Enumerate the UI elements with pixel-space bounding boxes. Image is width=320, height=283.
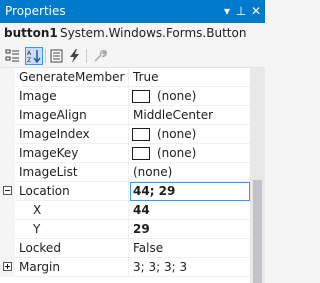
svg-text:A: A bbox=[27, 50, 32, 57]
property-name: ImageAlign bbox=[19, 108, 87, 122]
property-value[interactable]: False bbox=[133, 241, 163, 255]
property-name: Locked bbox=[19, 241, 61, 255]
close-icon[interactable]: ✕ bbox=[248, 2, 264, 20]
categorized-icon[interactable] bbox=[4, 47, 22, 65]
property-value[interactable]: True bbox=[133, 70, 159, 84]
property-row-imagekey[interactable]: ImageKey (none) bbox=[0, 144, 250, 163]
property-row-imagealign[interactable]: ImageAlign MiddleCenter bbox=[0, 106, 250, 125]
property-row-generatemember[interactable]: GenerateMember True bbox=[0, 68, 250, 87]
property-name: X bbox=[33, 203, 42, 217]
property-row-image[interactable]: Image (none) bbox=[0, 87, 250, 106]
property-name: Location bbox=[19, 184, 70, 198]
property-pages-icon[interactable] bbox=[91, 47, 109, 65]
image-preview-swatch bbox=[132, 147, 150, 160]
property-value[interactable]: (none) bbox=[157, 89, 196, 103]
auto-hide-pin-icon[interactable]: ⊥ bbox=[233, 2, 249, 20]
property-row-imageindex[interactable]: ImageIndex (none) bbox=[0, 125, 250, 144]
expand-icon[interactable] bbox=[3, 262, 12, 271]
window-title: Properties bbox=[5, 4, 66, 18]
toolbar-separator bbox=[86, 49, 87, 63]
collapse-icon[interactable] bbox=[3, 186, 12, 195]
object-type: System.Windows.Forms.Button bbox=[60, 26, 247, 40]
property-name: ImageList bbox=[19, 165, 78, 179]
property-row-location[interactable]: Location 44; 29 bbox=[0, 182, 250, 201]
property-row-imagelist[interactable]: ImageList (none) bbox=[0, 163, 250, 182]
image-preview-swatch bbox=[132, 90, 150, 103]
property-value[interactable]: 44 bbox=[133, 203, 150, 217]
title-bar: Properties ▾ ⊥ ✕ bbox=[0, 0, 265, 23]
property-row-location-x[interactable]: X 44 bbox=[0, 201, 250, 220]
toolbar-separator bbox=[45, 49, 46, 63]
properties-toolbar: A Z bbox=[0, 44, 265, 68]
events-icon[interactable] bbox=[66, 47, 84, 65]
property-row-location-y[interactable]: Y 29 bbox=[0, 220, 250, 239]
property-name: Y bbox=[33, 222, 41, 236]
property-value[interactable]: 3; 3; 3; 3 bbox=[133, 260, 187, 274]
property-value[interactable]: (none) bbox=[133, 165, 172, 179]
property-name: ImageIndex bbox=[19, 127, 90, 141]
vertical-scrollbar[interactable] bbox=[250, 68, 265, 283]
scrollbar-thumb[interactable] bbox=[253, 180, 262, 283]
properties-icon[interactable] bbox=[48, 47, 66, 65]
property-grid: GenerateMember True Image (none) ImageAl… bbox=[0, 68, 250, 283]
property-name: ImageKey bbox=[19, 146, 79, 160]
alphabetical-icon[interactable]: A Z bbox=[25, 47, 43, 65]
property-name: Image bbox=[19, 89, 57, 103]
property-value[interactable]: (none) bbox=[157, 146, 196, 160]
object-selector[interactable]: button1 System.Windows.Forms.Button bbox=[0, 23, 265, 43]
property-name: GenerateMember bbox=[19, 70, 125, 84]
property-row-margin[interactable]: Margin 3; 3; 3; 3 bbox=[0, 258, 250, 277]
image-preview-swatch bbox=[132, 128, 150, 141]
property-value[interactable]: MiddleCenter bbox=[133, 108, 213, 122]
property-value[interactable]: (none) bbox=[157, 127, 196, 141]
object-name: button1 bbox=[4, 26, 58, 40]
property-value-input[interactable]: 44; 29 bbox=[133, 184, 175, 198]
property-value[interactable]: 29 bbox=[133, 222, 150, 236]
property-row-locked[interactable]: Locked False bbox=[0, 239, 250, 258]
svg-text:Z: Z bbox=[27, 57, 31, 64]
property-name: Margin bbox=[19, 260, 60, 274]
